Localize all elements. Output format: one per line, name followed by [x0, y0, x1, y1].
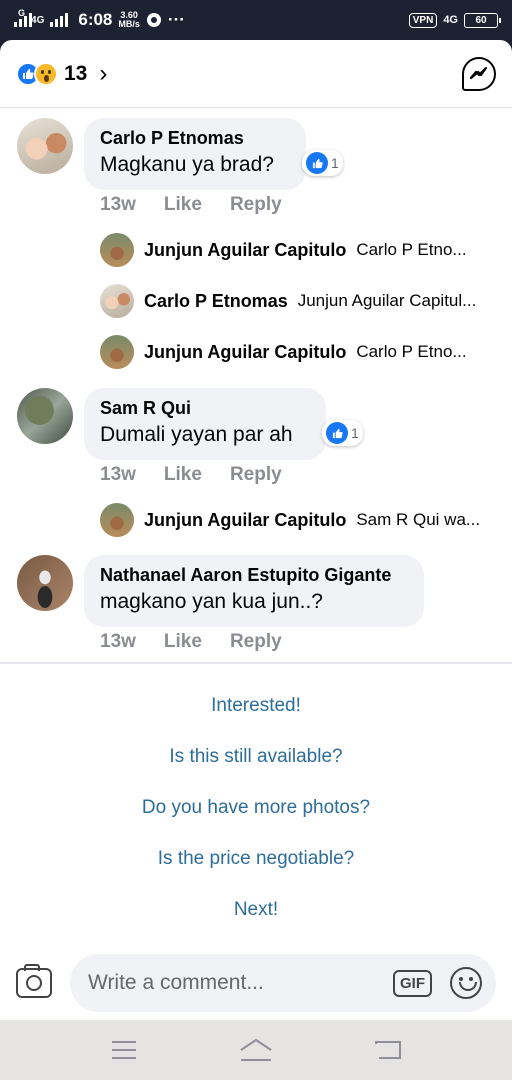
avatar — [100, 335, 134, 369]
like-icon — [326, 422, 348, 444]
avatar[interactable] — [17, 555, 73, 611]
comment-author[interactable]: Nathanael Aaron Estupito Gigante — [100, 565, 408, 586]
avatar[interactable] — [17, 118, 73, 174]
comment-timestamp[interactable]: 13w — [100, 464, 136, 486]
avatar[interactable] — [17, 388, 73, 444]
reply-snippet: Carlo P Etno... — [356, 342, 467, 361]
reactions-bar: 13 › — [0, 40, 512, 108]
comment-reaction-badge[interactable]: 1 — [302, 150, 343, 176]
vpn-badge: VPN — [408, 12, 438, 28]
back-icon[interactable] — [375, 1040, 401, 1060]
comment-text: Dumali yayan par ah — [100, 423, 293, 446]
messenger-icon[interactable] — [462, 56, 496, 91]
like-button[interactable]: Like — [164, 631, 202, 653]
comment-bubble[interactable]: Sam R Qui Dumali yayan par ah — [84, 388, 326, 460]
suggestion-interested[interactable]: Interested! — [0, 695, 512, 717]
suggestion-next[interactable]: Next! — [0, 899, 512, 921]
battery-icon: 60 — [464, 12, 501, 28]
comment-input-wrapper: GIF — [70, 954, 496, 1012]
like-button[interactable]: Like — [164, 464, 202, 486]
reply-preview[interactable]: Carlo P Etnomas Junjun Aguilar Capitul..… — [100, 284, 476, 318]
signal-icon-2 — [50, 13, 69, 27]
comment-author[interactable]: Sam R Qui — [100, 398, 310, 419]
reply-button[interactable]: Reply — [230, 631, 282, 653]
network-label-2: 4G — [443, 14, 458, 26]
gif-button[interactable]: GIF — [393, 969, 432, 997]
suggestion-still-available[interactable]: Is this still available? — [0, 746, 512, 768]
reaction-count: 13 — [64, 61, 88, 85]
avatar — [100, 233, 134, 267]
menu-icon[interactable] — [111, 1040, 137, 1060]
comment-timestamp[interactable]: 13w — [100, 631, 136, 653]
like-icon — [306, 152, 328, 174]
wow-icon — [34, 61, 58, 86]
comment-meta: 13w Like Reply — [100, 464, 282, 486]
avatar — [100, 284, 134, 318]
comment-text: Magkanu ya brad? — [100, 153, 274, 176]
more-notifications-icon: ··· — [167, 10, 185, 29]
clock: 6:08 — [78, 10, 113, 29]
comment-text: magkano yan kua jun..? — [100, 590, 323, 613]
reaction-count: 1 — [331, 155, 339, 171]
suggestion-price-negotiable[interactable]: Is the price negotiable? — [0, 848, 512, 870]
suggestion-more-photos[interactable]: Do you have more photos? — [0, 797, 512, 819]
comment-bubble[interactable]: Carlo P Etnomas Magkanu ya brad? — [84, 118, 306, 190]
reply-preview[interactable]: Junjun Aguilar Capitulo Carlo P Etno... — [100, 335, 467, 369]
status-bar: G 4G 6:08 3.60 MB/s ··· VPN 4G 60 — [0, 0, 512, 40]
reply-preview[interactable]: Junjun Aguilar Capitulo Sam R Qui wa... — [100, 503, 480, 537]
home-icon[interactable] — [239, 1038, 273, 1062]
reaction-count: 1 — [351, 425, 359, 441]
divider — [0, 662, 512, 664]
reply-button[interactable]: Reply — [230, 464, 282, 486]
comment-bubble[interactable]: Nathanael Aaron Estupito Gigante magkano… — [84, 555, 424, 627]
comment-author[interactable]: Carlo P Etnomas — [100, 128, 290, 149]
network-label: 4G — [31, 14, 45, 26]
avatar — [100, 503, 134, 537]
reply-snippet: Carlo P Etno... — [356, 240, 467, 259]
comment-reaction-badge[interactable]: 1 — [322, 420, 363, 446]
reply-snippet: Junjun Aguilar Capitul... — [297, 291, 477, 310]
emoji-icon[interactable] — [450, 967, 482, 999]
reply-author: Junjun Aguilar Capitulo — [144, 509, 347, 530]
reply-author: Junjun Aguilar Capitulo — [144, 239, 347, 260]
like-button[interactable]: Like — [164, 194, 202, 216]
comment-timestamp[interactable]: 13w — [100, 194, 136, 216]
comments-sheet: 13 › Carlo P Etnomas Magkanu ya brad? 1 … — [0, 40, 512, 1020]
carrier-label: G — [18, 8, 26, 18]
comment-composer: GIF — [0, 946, 512, 1020]
comment-input[interactable] — [88, 971, 385, 995]
reply-button[interactable]: Reply — [230, 194, 282, 216]
reply-preview[interactable]: Junjun Aguilar Capitulo Carlo P Etno... — [100, 233, 467, 267]
chrome-notification-icon — [146, 13, 161, 27]
chevron-right-icon: › — [99, 59, 108, 87]
reply-author: Junjun Aguilar Capitulo — [144, 341, 347, 362]
comment-meta: 13w Like Reply — [100, 631, 282, 653]
network-speed: 3.60 MB/s — [118, 10, 140, 29]
comment-meta: 13w Like Reply — [100, 194, 282, 216]
reactions-summary[interactable]: 13 › — [16, 60, 107, 88]
reply-author: Carlo P Etnomas — [144, 290, 288, 311]
camera-icon[interactable] — [16, 964, 52, 998]
system-nav-bar — [0, 1020, 512, 1080]
reply-snippet: Sam R Qui wa... — [356, 510, 481, 529]
